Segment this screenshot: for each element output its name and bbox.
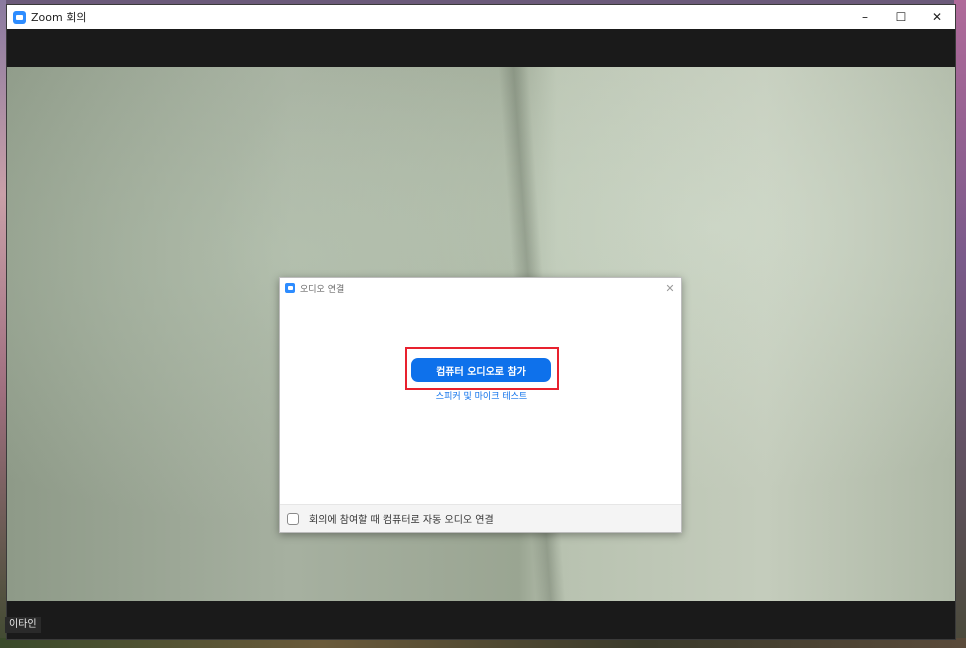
zoom-camera-icon <box>285 283 295 293</box>
join-computer-audio-button[interactable]: 컴퓨터 오디오로 참가 <box>411 358 551 382</box>
top-toolbar <box>7 29 955 67</box>
test-speaker-mic-link: 스피커 및 마이크 테스트 <box>280 389 683 402</box>
maximize-button[interactable]: ☐ <box>883 5 919 29</box>
participant-name-label: 이타인 <box>5 617 41 633</box>
window-titlebar[interactable]: Zoom 회의 – ☐ ✕ <box>7 5 955 29</box>
close-window-button[interactable]: ✕ <box>919 5 955 29</box>
bottom-toolbar <box>7 601 955 639</box>
window-title: Zoom 회의 <box>31 11 87 24</box>
close-icon[interactable]: ✕ <box>659 278 681 298</box>
test-speaker-mic-link-text[interactable]: 스피커 및 마이크 테스트 <box>436 392 527 402</box>
dialog-footer: 회의에 참여할 때 컴퓨터로 자동 오디오 연결 <box>280 504 681 532</box>
zoom-camera-icon <box>13 10 26 24</box>
dialog-title: 오디오 연결 <box>300 284 345 295</box>
auto-join-audio-checkbox[interactable] <box>287 512 299 525</box>
auto-join-audio-label[interactable]: 회의에 참여할 때 컴퓨터로 자동 오디오 연결 <box>309 511 494 526</box>
minimize-button[interactable]: – <box>847 5 883 29</box>
window-controls: – ☐ ✕ <box>847 5 955 29</box>
dialog-titlebar[interactable]: 오디오 연결 ✕ <box>280 278 681 298</box>
audio-connect-dialog: 오디오 연결 ✕ 컴퓨터 오디오로 참가 스피커 및 마이크 테스트 회의에 참… <box>279 277 682 533</box>
